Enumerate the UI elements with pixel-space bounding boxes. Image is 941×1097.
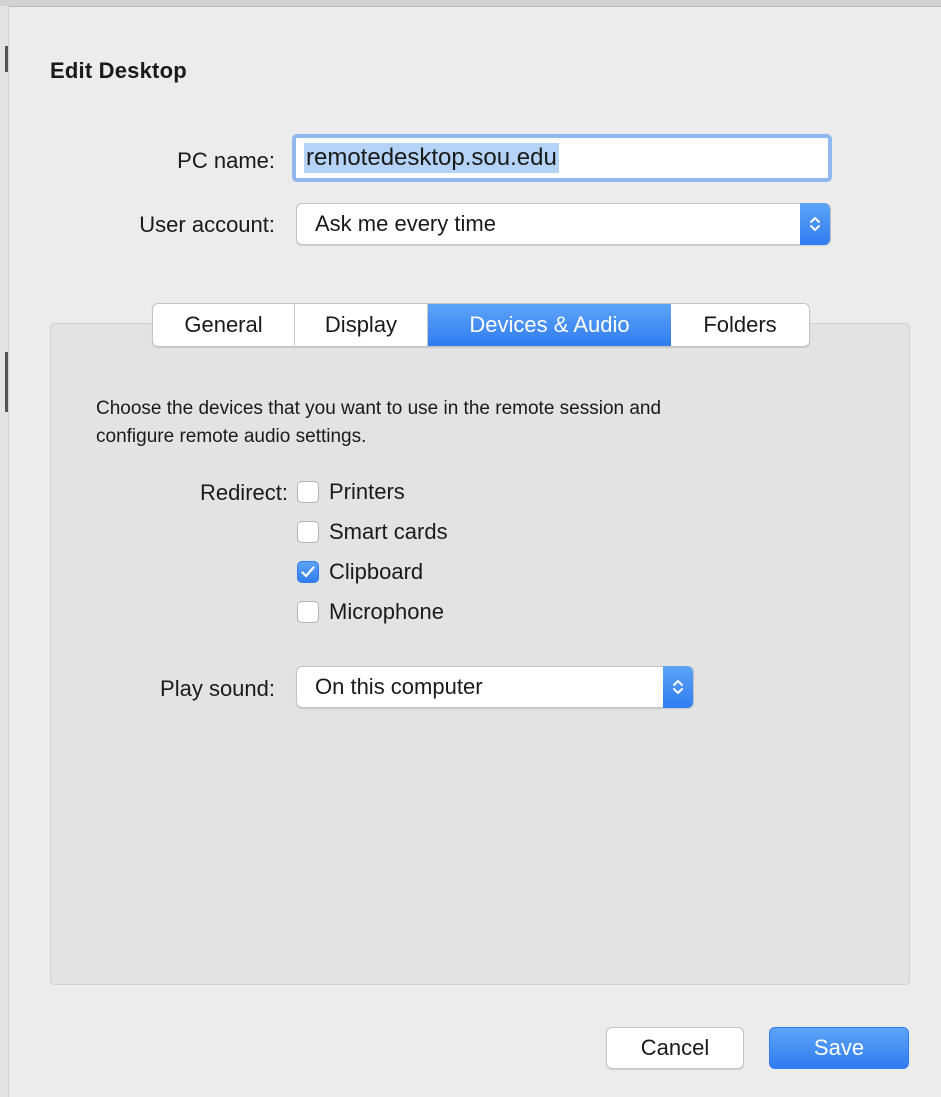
- description-line: configure remote audio settings.: [96, 426, 367, 447]
- edge-marker: [5, 352, 8, 412]
- cancel-button[interactable]: Cancel: [606, 1027, 744, 1069]
- description-line: Choose the devices that you want to use …: [96, 398, 662, 419]
- chevron-updown-icon: [800, 203, 830, 245]
- microphone-label: Microphone: [329, 599, 444, 624]
- user-account-label: User account:: [139, 212, 275, 237]
- pc-name-field[interactable]: remotedesktop.sou.edu: [292, 134, 832, 182]
- checkmark-icon: [301, 566, 315, 578]
- user-account-select[interactable]: Ask me every time: [296, 203, 831, 245]
- printers-checkbox[interactable]: [297, 481, 319, 503]
- pc-name-value: remotedesktop.sou.edu: [304, 143, 559, 173]
- save-button[interactable]: Save: [769, 1027, 909, 1069]
- tab-bar: General Display Devices & Audio Folders: [152, 303, 810, 347]
- edge-marker: [5, 46, 8, 72]
- clipboard-label: Clipboard: [329, 559, 424, 584]
- microphone-checkbox[interactable]: [297, 601, 319, 623]
- user-account-value: Ask me every time: [315, 211, 496, 236]
- redirect-label: Redirect:: [199, 480, 288, 505]
- play-sound-value: On this computer: [315, 674, 483, 699]
- tab-general[interactable]: General: [153, 304, 295, 346]
- pc-name-label: PC name:: [177, 148, 275, 173]
- tab-folders[interactable]: Folders: [671, 304, 809, 346]
- clipboard-checkbox[interactable]: [297, 561, 319, 583]
- window-left-edge: [0, 6, 9, 1097]
- tab-devices-audio[interactable]: Devices & Audio: [428, 304, 671, 346]
- window-top-border: [0, 0, 941, 7]
- play-sound-select[interactable]: On this computer: [296, 666, 694, 708]
- dialog-title: Edit Desktop: [50, 58, 187, 83]
- clipboard-option[interactable]: Clipboard: [297, 557, 423, 587]
- play-sound-label: Play sound:: [160, 676, 275, 701]
- chevron-updown-icon: [663, 666, 693, 708]
- devices-description: Choose the devices that you want to use …: [96, 395, 856, 451]
- smart-cards-checkbox[interactable]: [297, 521, 319, 543]
- tab-display[interactable]: Display: [295, 304, 428, 346]
- printers-label: Printers: [329, 479, 405, 504]
- smart-cards-option[interactable]: Smart cards: [297, 517, 448, 547]
- smart-cards-label: Smart cards: [329, 519, 448, 544]
- printers-option[interactable]: Printers: [297, 477, 405, 507]
- microphone-option[interactable]: Microphone: [297, 597, 444, 627]
